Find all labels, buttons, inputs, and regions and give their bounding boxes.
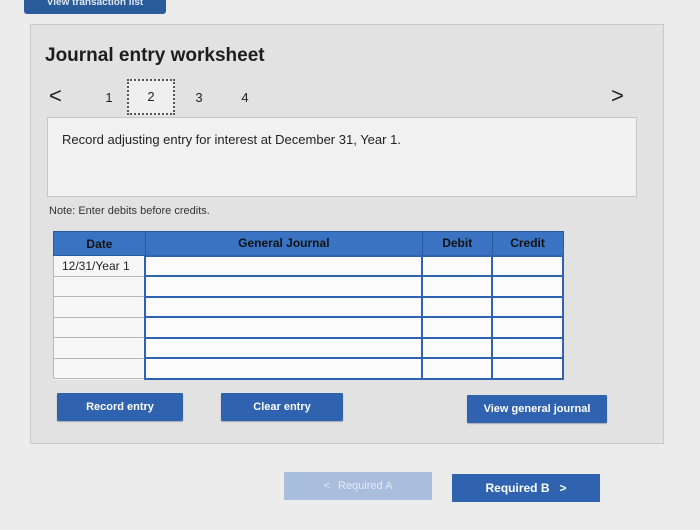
required-b-button[interactable]: Required B >: [452, 474, 600, 502]
date-cell: 12/31/Year 1: [53, 255, 146, 277]
credit-header: Credit: [491, 231, 564, 256]
step-4[interactable]: 4: [231, 85, 259, 111]
instruction-box: Record adjusting entry for interest at D…: [47, 117, 637, 197]
account-select[interactable]: [144, 254, 424, 277]
credit-input[interactable]: [491, 275, 564, 298]
debit-input[interactable]: [421, 336, 494, 359]
step-navigation: < 1 2 3 4 >: [45, 79, 645, 117]
account-select[interactable]: [144, 316, 424, 339]
chevron-right-icon[interactable]: >: [611, 83, 624, 109]
account-select[interactable]: [144, 336, 424, 359]
step-1[interactable]: 1: [95, 85, 123, 111]
chevron-right-icon: >: [559, 481, 567, 495]
debit-input[interactable]: [421, 275, 494, 298]
journal-table: Date General Journal Debit Credit 12/31/…: [53, 231, 564, 380]
date-cell: [53, 316, 146, 338]
view-general-journal-button[interactable]: View general journal: [467, 395, 607, 423]
required-b-label: Required B: [485, 481, 550, 495]
worksheet-title: Journal entry worksheet: [45, 45, 265, 66]
credit-input[interactable]: [491, 254, 564, 277]
date-cell: [53, 337, 146, 359]
view-transaction-list-tab[interactable]: View transaction list: [24, 0, 166, 14]
instruction-text: Record adjusting entry for interest at D…: [62, 132, 401, 147]
debit-input[interactable]: [421, 254, 494, 277]
account-select[interactable]: [144, 295, 424, 318]
step-3[interactable]: 3: [185, 85, 213, 111]
credit-input[interactable]: [491, 357, 564, 380]
account-select[interactable]: [144, 275, 424, 298]
debit-input[interactable]: [421, 316, 494, 339]
chevron-left-icon[interactable]: <: [49, 83, 62, 109]
table-row: [53, 275, 564, 298]
record-entry-button[interactable]: Record entry: [57, 393, 183, 421]
credit-input[interactable]: [491, 316, 564, 339]
table-row: [53, 295, 564, 318]
journal-entry-worksheet: Journal entry worksheet < 1 2 3 4 > Reco…: [30, 24, 664, 444]
table-row: [53, 316, 564, 339]
step-2-active[interactable]: 2: [127, 79, 175, 115]
debit-input[interactable]: [421, 357, 494, 380]
chevron-left-icon: <: [323, 480, 330, 492]
date-cell: [53, 275, 146, 297]
clear-entry-button[interactable]: Clear entry: [221, 393, 343, 421]
debit-header: Debit: [421, 231, 493, 256]
general-journal-header: General Journal: [144, 231, 423, 256]
table-row: 12/31/Year 1: [53, 254, 564, 277]
top-tab-label: View transaction list: [46, 0, 144, 8]
debit-input[interactable]: [421, 295, 494, 318]
required-a-button[interactable]: < Required A: [284, 472, 432, 500]
credit-input[interactable]: [491, 336, 564, 359]
credit-input[interactable]: [491, 295, 564, 318]
date-header: Date: [53, 231, 146, 256]
date-cell: [53, 296, 146, 318]
table-row: [53, 336, 564, 359]
table-row: [53, 357, 564, 380]
date-cell: [53, 357, 146, 379]
required-a-label: Required A: [338, 480, 393, 492]
note-text: Note: Enter debits before credits.: [49, 205, 210, 217]
account-select[interactable]: [144, 357, 424, 380]
